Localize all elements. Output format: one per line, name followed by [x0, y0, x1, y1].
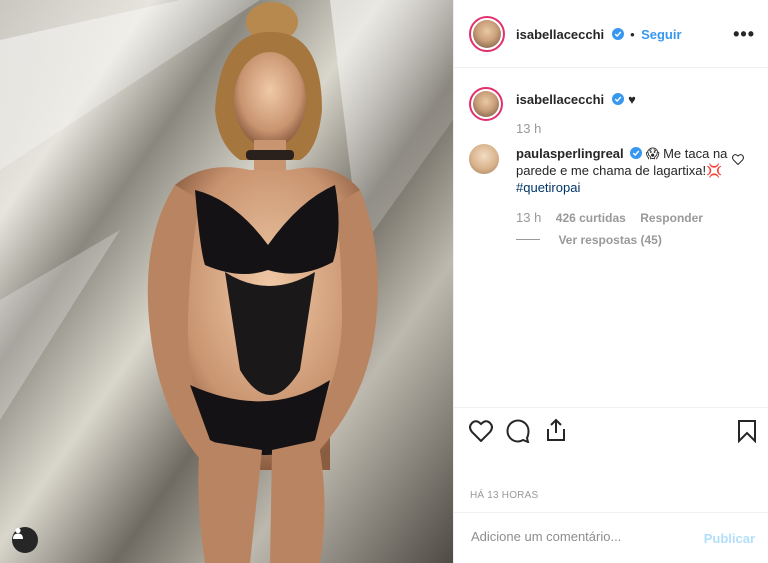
comment-meta: 13 h 426 curtidas Responder	[516, 209, 703, 227]
header-user-line: isabellacecchi • Seguir	[516, 26, 682, 44]
post-photo-illustration	[0, 0, 453, 563]
post-side-panel: isabellacecchi • Seguir ••• isabellacecc…	[453, 0, 768, 563]
author-avatar[interactable]	[469, 16, 505, 52]
reply-button[interactable]: Responder	[640, 211, 703, 225]
comment-input[interactable]	[469, 528, 693, 545]
verified-badge-icon	[630, 147, 643, 159]
action-bar	[454, 407, 768, 453]
comment-emoji-2: 💢	[706, 163, 723, 178]
add-comment-bar: Publicar	[454, 512, 768, 563]
like-comment-icon[interactable]	[732, 152, 744, 170]
more-options-icon[interactable]: •••	[733, 24, 755, 45]
caption-avatar[interactable]	[469, 87, 503, 121]
publish-button[interactable]: Publicar	[704, 531, 755, 546]
post-timestamp[interactable]: HÁ 13 HORAS	[470, 490, 538, 501]
replies-line	[516, 239, 540, 241]
comment-hashtag[interactable]: #quetiropai	[516, 180, 580, 195]
verified-badge-icon	[611, 93, 624, 105]
caption-username[interactable]: isabellacecchi	[516, 92, 604, 107]
user-tag-button[interactable]	[12, 527, 38, 553]
avatar-image	[473, 91, 499, 117]
caption-line: isabellacecchi ♥	[516, 91, 636, 109]
header-username[interactable]: isabellacecchi	[516, 27, 604, 42]
comment-time[interactable]: 13 h	[516, 210, 541, 225]
view-replies-label[interactable]: Ver respostas (45)	[558, 233, 661, 247]
comment-body: paulasperlingreal 😱 Me taca na parede e …	[516, 145, 731, 196]
comment-bubble-icon[interactable]	[506, 419, 530, 448]
comment-likes[interactable]: 426 curtidas	[556, 211, 626, 225]
post-header: isabellacecchi • Seguir •••	[454, 0, 768, 68]
comment-emoji: 😱	[645, 146, 660, 161]
view-replies[interactable]: Ver respostas (45)	[516, 231, 662, 249]
caption-time[interactable]: 13 h	[516, 121, 541, 136]
separator-dot: •	[630, 27, 635, 42]
like-heart-icon[interactable]	[469, 420, 493, 447]
person-icon	[13, 527, 23, 539]
follow-button[interactable]: Seguir	[641, 27, 681, 42]
caption-text: ♥	[628, 92, 636, 107]
bookmark-icon[interactable]	[737, 419, 757, 448]
post-image[interactable]	[0, 0, 453, 563]
comment-username[interactable]: paulasperlingreal	[516, 146, 624, 161]
commenter-avatar[interactable]	[469, 144, 499, 174]
share-icon[interactable]	[544, 418, 568, 447]
avatar-image	[473, 20, 501, 48]
verified-badge-icon	[611, 28, 624, 40]
